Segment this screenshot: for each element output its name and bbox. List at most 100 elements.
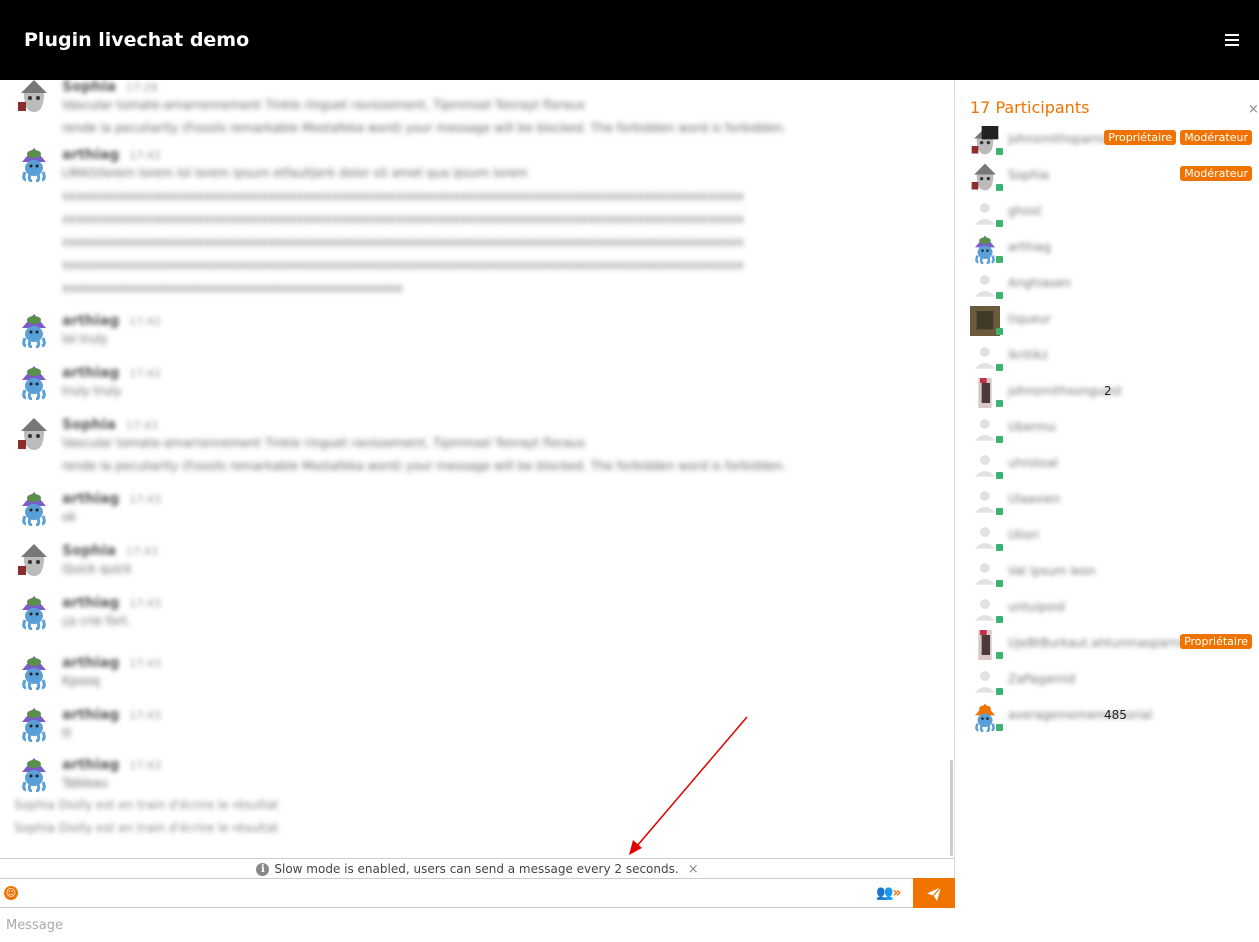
online-status-icon — [996, 580, 1003, 587]
participant-name: tiqueur — [1008, 312, 1052, 326]
participant-item[interactable]: tiqueur — [966, 306, 1256, 340]
message-input[interactable] — [0, 908, 955, 942]
message-author[interactable]: Sophia — [62, 543, 116, 559]
send-button[interactable] — [913, 878, 955, 909]
participant-item[interactable]: ZaPagamid — [966, 666, 1256, 700]
role-badges: Modérateur — [1180, 166, 1252, 181]
close-icon[interactable]: × — [1248, 102, 1259, 117]
message-body: xxxxxxxxxxxxxxxxxxxxxxxxxxxxxxxxxxxxxxxx… — [62, 235, 744, 249]
message-body: Kpooq — [62, 674, 100, 688]
message-time: 17:28 — [125, 80, 158, 94]
participant-name: Anghiasen — [1008, 276, 1071, 290]
participant-item[interactable]: Ubermu — [966, 414, 1256, 448]
message-scrollbar[interactable] — [950, 760, 953, 856]
participant-name: UjeBtBurkaut.ahtunmasparrow — [1008, 636, 1194, 650]
slow-mode-text: Slow mode is enabled, users can send a m… — [274, 862, 679, 876]
avatar[interactable] — [16, 490, 52, 527]
message-header: arthiag 17:43 — [62, 490, 161, 508]
avatar[interactable] — [16, 80, 52, 114]
participant-item[interactable]: johnsmithsparrowman Propriétaire Modérateu… — [966, 126, 1256, 160]
message-time: 17:42 — [129, 366, 161, 380]
participant-name: untuipoid — [1008, 600, 1065, 614]
avatar[interactable] — [16, 594, 52, 631]
participant-item[interactable]: ghost — [966, 198, 1256, 232]
message-body: ok — [62, 510, 77, 524]
online-status-icon — [996, 472, 1003, 479]
message-body: Tableau — [62, 776, 108, 790]
message-body: xxxxxxxxxxxxxxxxxxxxxxxxxxxxxxxxxxxxxxxx… — [62, 258, 744, 272]
avatar[interactable] — [16, 312, 52, 349]
message-time: 17:43 — [125, 418, 158, 432]
message-header: arthiag 17:42 — [62, 146, 161, 164]
message-header: Sophia 17:28 — [62, 80, 158, 96]
online-status-icon — [996, 724, 1003, 731]
online-status-icon — [996, 616, 1003, 623]
message-author[interactable]: arthiag — [62, 595, 119, 611]
avatar[interactable] — [16, 706, 52, 743]
online-status-icon — [996, 652, 1003, 659]
participant-name: uhrotoal — [1008, 456, 1058, 470]
online-status-icon — [996, 328, 1003, 335]
participant-item[interactable]: untuipoid — [966, 594, 1256, 628]
message-body: LMAO/lorem lorem lol lorem ipsum etfault… — [62, 166, 528, 180]
participant-item[interactable]: uhrotoal — [966, 450, 1256, 484]
message-author[interactable]: arthiag — [62, 365, 119, 381]
participant-item[interactable]: Sophia Modérateur — [966, 162, 1256, 196]
emoji-picker-icon[interactable]: ☺ — [4, 886, 18, 900]
participant-name-suffix: 2 — [1104, 384, 1112, 398]
online-status-icon — [996, 256, 1003, 263]
message-author[interactable]: arthiag — [62, 655, 119, 671]
avatar[interactable] — [16, 654, 52, 691]
typing-indicator: Sophia Diolly est en train d'écrire le r… — [14, 821, 279, 835]
online-status-icon — [996, 508, 1003, 515]
message-list[interactable]: Sophia 17:28 Vascular tomate-amarronnement… — [0, 80, 955, 858]
online-status-icon — [996, 220, 1003, 227]
role-badge: Propriétaire — [1104, 130, 1177, 145]
participant-item[interactable]: Ulaavien — [966, 486, 1256, 520]
message-author[interactable]: arthiag — [62, 707, 119, 723]
message-header: Sophia 17:43 — [62, 542, 158, 560]
message-author[interactable]: arthiag — [62, 491, 119, 507]
message-body: lol truly — [62, 332, 108, 346]
message-body: tt — [62, 726, 72, 740]
message-header: arthiag 17:43 — [62, 706, 161, 724]
participant-item[interactable]: arthiag — [966, 234, 1256, 268]
avatar[interactable] — [16, 756, 52, 793]
avatar[interactable] — [16, 146, 52, 183]
slow-mode-notice: i Slow mode is enabled, users can send a… — [0, 858, 955, 879]
message-author[interactable]: arthiag — [62, 757, 119, 773]
online-status-icon — [996, 292, 1003, 299]
participant-item[interactable]: UjeBtBurkaut.ahtunmasparrow Propriétaire — [966, 630, 1256, 664]
message-body: xxxxxxxxxxxxxxxxxxxxxxxxxxxxxxxxxxxxxxxx… — [62, 281, 403, 295]
online-status-icon — [996, 400, 1003, 407]
participant-item[interactable]: Uliori — [966, 522, 1256, 556]
message-author[interactable]: Sophia — [62, 417, 116, 433]
role-badges: Propriétaire — [1180, 634, 1252, 649]
participant-item[interactable]: Anghiasen — [966, 270, 1256, 304]
avatar[interactable] — [16, 416, 52, 452]
participant-name: ghost — [1008, 204, 1042, 218]
close-icon[interactable]: × — [688, 862, 699, 877]
message-author[interactable]: arthiag — [62, 147, 119, 163]
toggle-occupants-icon[interactable]: 👥» — [876, 885, 902, 901]
participant-name: averagememememorial — [1008, 708, 1153, 722]
menu-icon[interactable] — [1225, 34, 1239, 46]
participant-item[interactable]: Val ipsum leon — [966, 558, 1256, 592]
avatar[interactable] — [16, 542, 52, 578]
message-body: xxxxxxxxxxxxxxxxxxxxxxxxxxxxxxxxxxxxxxxx… — [62, 189, 744, 203]
participant-item[interactable]: johnsmithsonguest 2 — [966, 378, 1256, 412]
message-time: 17:42 — [129, 314, 161, 328]
role-badges: Propriétaire Modérateur — [1104, 130, 1252, 145]
participant-item[interactable]: averagememememorial 485 — [966, 702, 1256, 736]
role-badge: Propriétaire — [1180, 634, 1252, 649]
message-author[interactable]: Sophia — [62, 80, 116, 95]
avatar[interactable] — [16, 364, 52, 401]
message-time: 17:43 — [129, 758, 161, 772]
participant-name: Uliori — [1008, 528, 1040, 542]
message-time: 17:42 — [129, 148, 161, 162]
participant-item[interactable]: ikritikz — [966, 342, 1256, 376]
message-header: arthiag 17:42 — [62, 364, 161, 382]
message-author[interactable]: arthiag — [62, 313, 119, 329]
participant-name: arthiag — [1008, 240, 1051, 254]
participant-name: Ubermu — [1008, 420, 1056, 434]
